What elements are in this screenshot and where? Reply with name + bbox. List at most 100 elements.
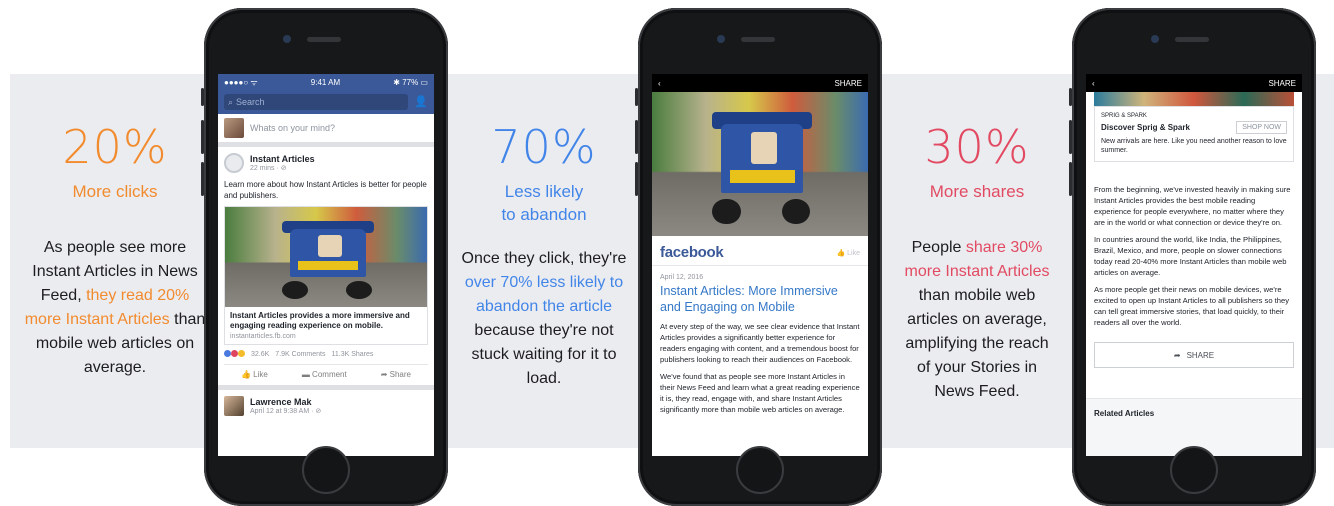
stat-highlight: over 70% less likely to abandon the arti… bbox=[464, 274, 624, 315]
article-paragraph: As more people get their news on mobile … bbox=[1094, 285, 1290, 327]
article-paragraph: At every step of the way, we see clear e… bbox=[660, 322, 860, 364]
phone-news-feed: ●●●●○ ᯤ 9:41 AM ✱ 77% ▭ ⌕ Search 👤 Whats… bbox=[201, 8, 448, 506]
post-author[interactable]: Instant Articles bbox=[250, 154, 315, 164]
stat-subtitle: More clicks bbox=[72, 182, 158, 201]
article-title: Instant Articles: More Immersive and Eng… bbox=[660, 284, 838, 314]
speaker bbox=[1175, 37, 1209, 42]
post-time: April 12 at 9:38 AM · ⊘ bbox=[250, 408, 322, 415]
share-arrow-icon: ➦ bbox=[380, 370, 388, 379]
stat-percentage: 30% bbox=[924, 120, 1030, 174]
camera bbox=[1151, 35, 1159, 43]
search-placeholder: Search bbox=[236, 97, 265, 107]
thumbs-up-icon: 👍 bbox=[836, 249, 846, 257]
nav-bar: ⌕ Search 👤 bbox=[218, 90, 434, 114]
status-bar: ●●●●○ ᯤ 9:41 AM ✱ 77% ▭ bbox=[218, 74, 434, 90]
article-paragraph: We've found that as people see more Inst… bbox=[660, 372, 860, 414]
stat-subtitle: Less likely to abandon bbox=[454, 180, 634, 226]
article-top-bar: ‹ SHARE bbox=[652, 74, 868, 92]
ad-title: Discover Sprig & Spark bbox=[1101, 123, 1190, 132]
article-paragraph: In countries around the world, like Indi… bbox=[1094, 235, 1287, 277]
page-logo-icon[interactable] bbox=[224, 153, 244, 173]
post-actions: 👍 Like ▬ Comment ➦ Share bbox=[224, 364, 428, 379]
stat-clicks: 20% More clicks As people see more Insta… bbox=[20, 74, 210, 448]
stat-text: because they're not stuck waiting for it… bbox=[471, 322, 617, 387]
home-button[interactable] bbox=[736, 446, 784, 494]
article-screen: ‹ SHARE facebook 👍 Like April 12, 2016 I… bbox=[652, 74, 868, 456]
status-composer[interactable]: Whats on your mind? bbox=[218, 114, 434, 147]
friend-requests-icon[interactable]: 👤 bbox=[414, 95, 428, 109]
share-link[interactable]: SHARE bbox=[834, 79, 862, 88]
tuk-tuk-image bbox=[652, 92, 868, 236]
camera bbox=[717, 35, 725, 43]
shop-now-button[interactable]: SHOP NOW bbox=[1236, 121, 1287, 134]
feed-post: Instant Articles 22 mins · ⊘ Learn more … bbox=[218, 147, 434, 390]
stat-description: Once they click, they're over 70% less l… bbox=[454, 247, 634, 391]
article-end-screen: ‹ SHARE SPRIG & SPARK Discover Sprig & S… bbox=[1086, 74, 1302, 456]
link-caption: Instant Articles provides a more immersi… bbox=[225, 307, 427, 344]
stat-text: People bbox=[911, 239, 966, 256]
share-button-label: SHARE bbox=[1186, 350, 1215, 360]
related-heading: Related Articles bbox=[1094, 409, 1155, 418]
link-url: instantarticles.fb.com bbox=[230, 333, 296, 340]
post-author[interactable]: Lawrence Mak bbox=[250, 397, 321, 407]
camera bbox=[283, 35, 291, 43]
speaker bbox=[307, 37, 341, 42]
back-icon[interactable]: ‹ bbox=[1092, 79, 1095, 88]
link-title: Instant Articles provides a more immersi… bbox=[230, 311, 410, 330]
comment-icon: ▬ bbox=[301, 370, 310, 379]
stat-percentage: 70% bbox=[491, 120, 597, 174]
search-input[interactable]: ⌕ Search bbox=[224, 94, 408, 110]
article-top-bar: ‹ SHARE bbox=[1086, 74, 1302, 92]
share-button[interactable]: ➦ Share bbox=[381, 370, 411, 379]
stat-shares: 30% More shares People share 30% more In… bbox=[892, 74, 1062, 448]
post-time: 22 mins · ⊘ bbox=[250, 165, 287, 172]
stat-percentage: 20% bbox=[62, 120, 168, 174]
share-link[interactable]: SHARE bbox=[1268, 79, 1296, 88]
like-button[interactable]: 👍 Like bbox=[836, 249, 860, 257]
status-time: 9:41 AM bbox=[310, 77, 341, 87]
signal-indicator: ●●●●○ ᯤ bbox=[224, 77, 258, 87]
stat-text: Once they click, they're bbox=[461, 250, 627, 267]
composer-prompt: Whats on your mind? bbox=[250, 123, 336, 133]
comment-count: 7.9K Comments bbox=[275, 351, 326, 358]
ad-copy: New arrivals are here. Like you need ano… bbox=[1101, 138, 1287, 154]
share-count: 11.3K Shares bbox=[331, 351, 374, 358]
post-text: Learn more about how Instant Articles is… bbox=[224, 180, 427, 200]
link-card[interactable]: Instant Articles provides a more immersi… bbox=[224, 206, 428, 345]
stat-text: than mobile web articles on average, amp… bbox=[905, 287, 1049, 400]
like-button[interactable]: 👍 Like bbox=[241, 370, 268, 379]
facebook-logo: facebook bbox=[660, 244, 724, 261]
feed-post: Lawrence Mak April 12 at 9:38 AM · ⊘ bbox=[218, 390, 434, 422]
battery-indicator: ✱ 77% ▭ bbox=[393, 77, 428, 87]
avatar bbox=[224, 396, 244, 416]
reaction-count: 32.6K bbox=[251, 351, 270, 358]
home-button[interactable] bbox=[1170, 446, 1218, 494]
stat-abandon: 70% Less likely to abandon Once they cli… bbox=[454, 74, 634, 448]
reactions-row[interactable]: 32.6K 7.9K Comments 11.3K Shares bbox=[224, 350, 428, 359]
phone-instant-article: ‹ SHARE facebook 👍 Like April 12, 2016 I… bbox=[635, 8, 882, 506]
back-icon[interactable]: ‹ bbox=[658, 79, 661, 88]
stat-subtitle-line: Less likely bbox=[504, 182, 584, 201]
article-date: April 12, 2016 bbox=[660, 274, 704, 281]
stat-subtitle: More shares bbox=[929, 182, 1025, 201]
avatar bbox=[224, 118, 244, 138]
reaction-icons bbox=[224, 350, 245, 359]
ad-brand: SPRIG & SPARK bbox=[1101, 113, 1147, 119]
speaker bbox=[741, 37, 775, 42]
phone-article-end: ‹ SHARE SPRIG & SPARK Discover Sprig & S… bbox=[1069, 8, 1316, 506]
share-button[interactable]: ➦ SHARE bbox=[1094, 342, 1294, 368]
publisher-bar: facebook 👍 Like bbox=[652, 236, 868, 266]
share-arrow-icon: ➦ bbox=[1173, 350, 1181, 360]
ad-unit[interactable]: SPRIG & SPARK Discover Sprig & Spark SHO… bbox=[1094, 106, 1294, 162]
article-paragraph: From the beginning, we've invested heavi… bbox=[1094, 185, 1291, 227]
stat-description: People share 30% more Instant Articles t… bbox=[892, 236, 1062, 404]
home-button[interactable] bbox=[302, 446, 350, 494]
feed-screen: ●●●●○ ᯤ 9:41 AM ✱ 77% ▭ ⌕ Search 👤 Whats… bbox=[218, 74, 434, 456]
tuk-tuk-image bbox=[225, 207, 427, 307]
thumbs-up-icon: 👍 bbox=[240, 370, 251, 379]
search-icon: ⌕ bbox=[228, 96, 234, 107]
stat-subtitle-line: to abandon bbox=[501, 205, 587, 224]
comment-button[interactable]: ▬ Comment bbox=[302, 370, 347, 379]
ad-image bbox=[1094, 92, 1294, 106]
post-header: Instant Articles 22 mins · ⊘ bbox=[224, 153, 428, 173]
